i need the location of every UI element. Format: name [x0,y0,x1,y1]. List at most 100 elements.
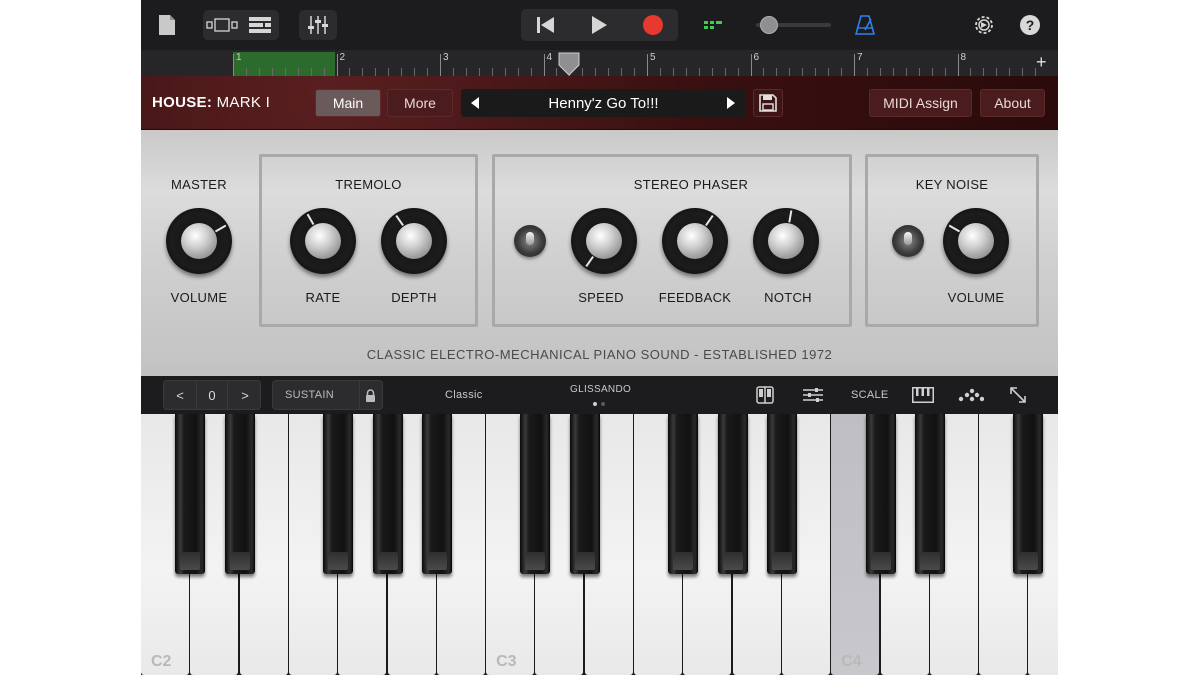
ruler-tick [828,68,830,76]
document-icon[interactable] [155,12,179,38]
black-key-a#2[interactable] [421,414,452,574]
ruler-bar-line [854,54,855,76]
ruler-tick [944,68,946,76]
phaser-notch-knob[interactable] [753,208,819,274]
more-tab-button[interactable]: More [387,89,453,117]
ruler-tick [905,68,907,76]
black-key-f#3[interactable] [668,414,699,574]
ruler-bar-line [233,54,234,76]
ruler-bar-number: 3 [443,52,449,63]
black-key-d#3[interactable] [569,414,600,574]
mixer-button[interactable] [299,10,337,40]
keyboard-mode-icon[interactable] [911,384,935,406]
stereo-phaser-power-toggle[interactable] [514,225,546,257]
key-noise-power-toggle[interactable] [892,225,924,257]
ruler-bar-number: 6 [753,52,760,63]
black-key-f#4[interactable] [1013,414,1044,574]
ruler-tick [530,68,532,76]
black-key-f#2[interactable] [323,414,354,574]
black-key-c#2[interactable] [175,414,206,574]
ruler-tick [608,68,610,76]
ruler-tick [478,68,480,76]
add-section-button[interactable]: + [1036,52,1047,73]
arpeggiator-icon[interactable] [957,384,985,406]
ruler-tick [517,68,519,76]
next-patch-icon[interactable] [727,97,735,109]
ruler-bar-line [336,54,338,76]
about-button[interactable]: About [980,89,1045,117]
midi-assign-button[interactable]: MIDI Assign [869,89,972,117]
piano-keyboard[interactable]: C2 C3 C4 [141,414,1058,675]
ruler-tick [672,68,674,76]
play-icon[interactable] [574,9,624,41]
master-volume-thumb[interactable] [760,16,778,34]
mixer-icon [299,10,337,40]
metronome-icon[interactable] [852,13,878,37]
rewind-icon[interactable] [521,9,571,41]
record-icon [643,15,663,35]
patch-name[interactable]: Henny'z Go To!!! [548,95,658,112]
ruler-tick [284,68,286,76]
ruler-bar-number: 7 [857,52,863,63]
ruler-tick [634,68,636,76]
ruler-tick [970,68,972,76]
master-volume-label: VOLUME [170,290,228,305]
octave-value: 0 [196,381,228,409]
ruler-tick [918,68,920,76]
record-button[interactable] [628,9,678,41]
page-dot-active[interactable] [593,402,597,406]
tremolo-depth-knob[interactable] [381,208,447,274]
ruler-tick [776,68,778,76]
sustain-button[interactable]: SUSTAIN [272,380,383,410]
ruler-tick [698,68,700,76]
key-noise-volume-label: VOLUME [947,290,1005,305]
phaser-feedback-knob[interactable] [662,208,728,274]
tracks-view-icon[interactable] [203,10,241,40]
help-icon[interactable]: ? [1020,15,1040,35]
master-volume-knob[interactable] [166,208,232,274]
scale-button[interactable]: SCALE [851,389,889,401]
page-dot[interactable] [601,402,605,406]
ruler-tick [866,68,868,76]
phaser-speed-knob[interactable] [571,208,637,274]
ruler-tick [465,68,467,76]
ruler-tick [841,68,843,76]
main-tab-button[interactable]: Main [315,89,381,117]
ruler-tick [711,68,713,76]
octave-label: C2 [151,653,172,670]
black-key-d#4[interactable] [914,414,945,574]
ruler-bar-line [647,54,648,76]
black-key-a#3[interactable] [766,414,797,574]
black-key-c#4[interactable] [865,414,896,574]
timeline-ruler[interactable]: 1 2 3 4 5 6 7 8 [141,50,1058,76]
black-key-c#3[interactable] [520,414,551,574]
playhead-handle[interactable] [557,52,581,76]
save-patch-button[interactable] [753,89,783,117]
glissando-label[interactable]: GLISSANDO [570,384,631,395]
keyboard-settings-icon[interactable] [801,384,825,406]
previous-patch-icon[interactable] [471,97,479,109]
key-noise-volume-knob[interactable] [943,208,1009,274]
ruler-bar-number: 4 [546,52,553,63]
ruler-tick [323,68,325,76]
octave-down-button[interactable]: < [164,381,196,409]
expand-icon[interactable] [1007,384,1029,406]
keyboard-layout-icon[interactable] [753,384,777,406]
ruler-tick [452,68,454,76]
ruler-tick [892,68,894,76]
octave-stepper: < 0 > [163,380,261,410]
black-key-g#3[interactable] [717,414,748,574]
tremolo-rate-knob[interactable] [290,208,356,274]
ruler-bar-number: 5 [650,52,656,63]
settings-icon[interactable] [971,12,997,38]
ruler-bar-line [957,54,959,76]
ruler-tick [685,68,687,76]
octave-up-button[interactable]: > [229,381,261,409]
tremolo-title: TREMOLO [335,177,402,192]
black-key-d#2[interactable] [224,414,255,574]
sustain-label: SUSTAIN [285,389,334,401]
list-view-icon[interactable] [241,10,279,40]
black-key-g#2[interactable] [372,414,403,574]
lock-icon[interactable] [365,389,376,402]
keyboard-mode-label[interactable]: Classic [445,389,483,401]
